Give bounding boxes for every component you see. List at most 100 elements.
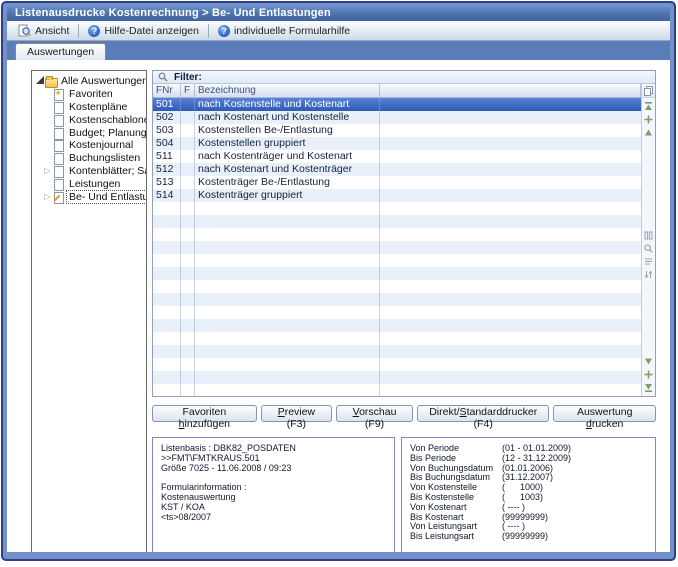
help-icon: ? bbox=[88, 25, 100, 37]
tree-item-label: Kostenpläne bbox=[67, 101, 129, 113]
column-header-fnr[interactable]: FNr bbox=[153, 84, 181, 97]
sort-icon[interactable] bbox=[643, 269, 654, 280]
tree-item[interactable]: Budget; Planung; Prognose bbox=[42, 126, 144, 139]
cell-empty bbox=[380, 137, 641, 150]
table-row[interactable]: 504 Kostenstellen gruppiert bbox=[153, 137, 641, 150]
zoom-icon[interactable] bbox=[643, 243, 654, 254]
text-lines-icon[interactable] bbox=[643, 256, 654, 267]
action-button[interactable]: Auswertung drucken bbox=[553, 405, 656, 422]
tree-item[interactable]: Kontenblätter; Saldenlisten bbox=[42, 165, 144, 178]
tree-item[interactable]: Favoriten bbox=[42, 88, 144, 101]
filter-icon bbox=[158, 72, 168, 82]
cell-empty bbox=[380, 176, 641, 189]
cell-fnr: 512 bbox=[153, 163, 181, 176]
column-header-empty bbox=[380, 84, 641, 97]
tree-item-icon bbox=[53, 152, 64, 164]
help-icon: ? bbox=[218, 25, 230, 37]
expander-closed-icon[interactable] bbox=[42, 166, 53, 176]
page-up-icon[interactable] bbox=[643, 114, 654, 125]
cell-empty bbox=[380, 150, 641, 163]
toolbar-separator bbox=[208, 24, 209, 38]
filter-label: Filter: bbox=[174, 72, 202, 83]
row-down-icon[interactable] bbox=[643, 356, 654, 367]
cell-fnr: 504 bbox=[153, 137, 181, 150]
tree-item[interactable]: Kostenschablonen bbox=[42, 113, 144, 126]
cell-f bbox=[181, 150, 195, 163]
form-help-button[interactable]: ? individuelle Formularhilfe bbox=[211, 22, 357, 40]
help-file-button[interactable]: ? Hilfe-Datei anzeigen bbox=[81, 22, 206, 40]
tab-auswertungen[interactable]: Auswertungen bbox=[15, 43, 106, 60]
toolbar-separator bbox=[78, 24, 79, 38]
view-icon bbox=[18, 24, 31, 37]
columns-icon[interactable] bbox=[643, 230, 654, 241]
cell-fnr: 502 bbox=[153, 111, 181, 124]
row-up-icon[interactable] bbox=[643, 127, 654, 138]
tree-item-label: Be- Und Entlastungen bbox=[67, 191, 147, 203]
cell-f bbox=[181, 124, 195, 137]
scroll-bottom-icon[interactable] bbox=[643, 382, 654, 393]
tree-item-icon bbox=[53, 178, 64, 190]
form-help-button-label: individuelle Formularhilfe bbox=[234, 25, 350, 37]
help-file-button-label: Hilfe-Datei anzeigen bbox=[104, 25, 199, 37]
evaluations-grid: Filter: FNr F Bezeichnung bbox=[152, 70, 656, 397]
view-button[interactable]: Ansicht bbox=[11, 22, 76, 40]
column-header-f[interactable]: F bbox=[181, 84, 195, 97]
cell-empty bbox=[380, 111, 641, 124]
cell-empty bbox=[380, 98, 641, 111]
table-row[interactable]: 503 Kostenstellen Be-/Entlastung bbox=[153, 124, 641, 137]
info-line: <ts>08/2007 bbox=[161, 513, 386, 523]
tree-item[interactable]: Kostenpläne bbox=[42, 101, 144, 114]
criteria-label: Bis Leistungsart bbox=[410, 532, 502, 542]
criteria-rows: Von Periode (01 - 01.01.2009) Bis Period… bbox=[410, 444, 647, 542]
tree-item-icon bbox=[53, 114, 64, 126]
criteria-value: (99999999) bbox=[502, 532, 548, 542]
cell-bezeichnung: Kostenstellen gruppiert bbox=[195, 137, 380, 150]
tree-item[interactable]: Buchungslisten bbox=[42, 152, 144, 165]
action-button[interactable]: Vorschau (F9) bbox=[336, 405, 413, 422]
cell-bezeichnung: nach Kostenträger und Kostenart bbox=[195, 150, 380, 163]
tab-band: Auswertungen bbox=[7, 41, 670, 60]
action-button[interactable]: Preview (F3) bbox=[261, 405, 332, 422]
expander-closed-icon[interactable] bbox=[42, 192, 53, 202]
title-bar: Listenausdrucke Kostenrechnung > Be- Und… bbox=[7, 5, 670, 21]
table-row[interactable]: 512 nach Kostenart und Kostenträger bbox=[153, 163, 641, 176]
cell-bezeichnung: Kostenträger gruppiert bbox=[195, 189, 380, 202]
scroll-top-icon[interactable] bbox=[643, 101, 654, 112]
action-button[interactable]: Favoriten hinzufügen bbox=[152, 405, 257, 422]
tree-item-label: Kostenschablonen bbox=[67, 114, 147, 126]
cell-f bbox=[181, 176, 195, 189]
tree-children: Favoriten Kostenpläne Kostenschablonen B… bbox=[42, 88, 144, 203]
cell-fnr: 514 bbox=[153, 189, 181, 202]
page-down-icon[interactable] bbox=[643, 369, 654, 380]
tree-root-alle-auswertungen[interactable]: Alle Auswertungen bbox=[34, 75, 144, 88]
cell-f bbox=[181, 189, 195, 202]
tree-item-label: Favoriten bbox=[67, 88, 115, 100]
tree-item[interactable]: Be- Und Entlastungen bbox=[42, 190, 144, 203]
action-buttons: Favoriten hinzufügenPreview (F3)Vorschau… bbox=[152, 405, 656, 422]
table-row[interactable]: 514 Kostenträger gruppiert bbox=[153, 189, 641, 202]
tree-item-icon bbox=[53, 88, 64, 100]
table-row[interactable]: 511 nach Kostenträger und Kostenart bbox=[153, 150, 641, 163]
tree-root-label: Alle Auswertungen bbox=[59, 75, 147, 87]
tree-item[interactable]: Leistungen bbox=[42, 177, 144, 190]
column-header-bezeichnung[interactable]: Bezeichnung bbox=[195, 84, 380, 97]
cell-bezeichnung: nach Kostenstelle und Kostenart bbox=[195, 98, 380, 111]
toolbar: Ansicht ? Hilfe-Datei anzeigen ? individ… bbox=[7, 21, 670, 41]
folder-icon bbox=[45, 75, 56, 87]
table-row[interactable]: 513 Kostenträger Be-/Entlastung bbox=[153, 176, 641, 189]
filter-bar[interactable]: Filter: bbox=[153, 71, 655, 84]
table-row[interactable]: 501 nach Kostenstelle und Kostenart bbox=[153, 98, 641, 111]
view-button-label: Ansicht bbox=[35, 25, 69, 37]
cell-empty bbox=[380, 163, 641, 176]
table-row[interactable]: 502 nach Kostenart und Kostenstelle bbox=[153, 111, 641, 124]
copy-pages-icon[interactable] bbox=[642, 84, 655, 98]
tree-item[interactable]: Kostenjournal bbox=[42, 139, 144, 152]
action-button[interactable]: Direkt/Standarddrucker (F4) bbox=[417, 405, 549, 422]
tree-item-label: Buchungslisten bbox=[67, 152, 142, 164]
selection-criteria-panel: Von Periode (01 - 01.01.2009) Bis Period… bbox=[401, 437, 656, 552]
tree-item-icon bbox=[53, 165, 64, 177]
expander-open-icon[interactable] bbox=[34, 76, 45, 87]
tree-item-label: Leistungen bbox=[67, 178, 122, 190]
cell-fnr: 511 bbox=[153, 150, 181, 163]
tree-item-label: Kontenblätter; Saldenlisten bbox=[67, 165, 147, 177]
